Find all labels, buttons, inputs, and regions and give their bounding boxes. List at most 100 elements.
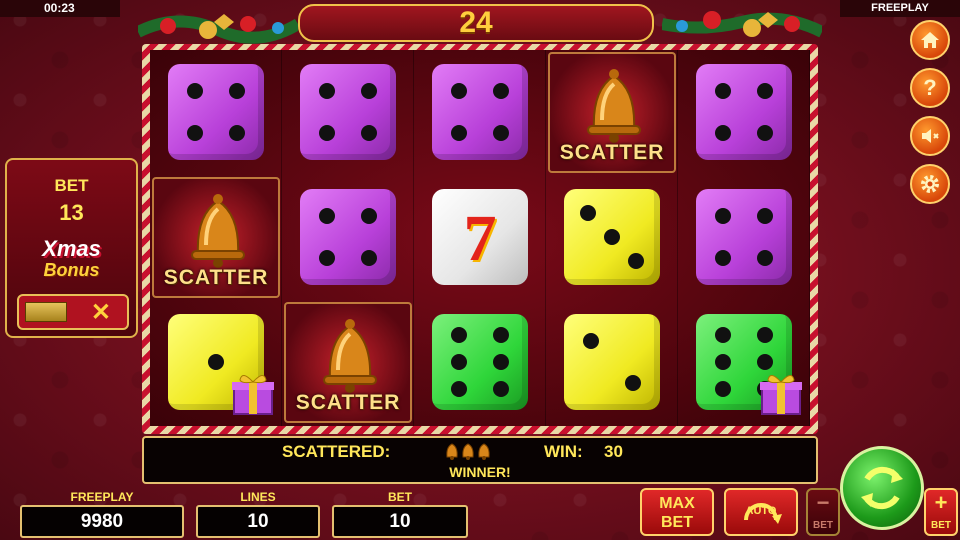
xmas-bonus-toggle[interactable]: ✕ [17, 294, 129, 330]
die-pip [318, 207, 335, 224]
die-pip [450, 327, 467, 344]
toggle-knob [25, 302, 67, 322]
reel-area: SCATTER SCATTER 7 SCATTER [150, 50, 810, 426]
die-pip [714, 207, 731, 224]
die-pip [714, 327, 731, 344]
die-pip [714, 125, 731, 142]
reel-cell: SCATTER [546, 50, 678, 175]
die-pip [757, 354, 774, 370]
mode-indicator: FREEPLAY [840, 0, 960, 17]
die-pip [757, 207, 774, 224]
reel-cell: 7 [414, 175, 546, 300]
scatter-label: SCATTER [163, 266, 269, 289]
bet-value: 10 [332, 505, 468, 538]
gift-icon [232, 375, 274, 415]
reel-column: SCATTER [282, 50, 414, 426]
die-pip [493, 327, 510, 344]
reel-cell [282, 175, 414, 300]
bet-increase-button[interactable]: + BET [924, 488, 958, 536]
scatter-symbol: SCATTER [548, 52, 676, 173]
gift-badge [230, 370, 276, 421]
die-pip [714, 82, 731, 99]
die-pip [450, 125, 467, 142]
gift-badge [758, 370, 804, 421]
scatter-symbol: SCATTER [284, 302, 412, 423]
die-pip [580, 205, 596, 221]
bonus-bet-value: 13 [59, 200, 84, 225]
reel-column: 7 [414, 50, 546, 426]
reel-column [678, 50, 810, 426]
die-pip [450, 380, 467, 397]
reel-cell [150, 50, 282, 175]
bell-icon [191, 194, 245, 268]
reel-cell: SCATTER [282, 300, 414, 425]
die-pip [757, 250, 774, 267]
bet-label: BET [388, 490, 412, 504]
reel-column: SCATTER [546, 50, 678, 426]
mini-bell-icon [446, 443, 458, 460]
max-bet-button[interactable]: MAX BET [640, 488, 714, 536]
help-button[interactable]: ? [910, 68, 950, 108]
die-pip [757, 327, 774, 344]
yellow-die-icon [564, 314, 660, 410]
die-pip [229, 82, 246, 99]
round-counter: 24 [298, 4, 654, 42]
bell-icon [587, 69, 641, 143]
purple-die-icon [300, 64, 396, 160]
die-pip [361, 82, 378, 99]
home-icon [921, 32, 939, 48]
die-pip [186, 125, 203, 142]
close-icon: ✕ [90, 299, 111, 326]
reel-cell: SCATTER [150, 175, 282, 300]
die-pip [493, 125, 510, 142]
yellow-die-icon [564, 189, 660, 285]
scattered-label: SCATTERED: [282, 442, 391, 461]
freeplay-balance: 9980 [20, 505, 184, 538]
home-button[interactable] [910, 20, 950, 60]
die-pip [186, 82, 203, 99]
sound-button[interactable] [910, 116, 950, 156]
seven-symbol: 7 [463, 202, 497, 275]
die-pip [318, 250, 335, 267]
die-pip [757, 125, 774, 142]
scatter-label: SCATTER [559, 141, 665, 164]
win-info-bar: SCATTERED: WIN: 30 WINNER! [142, 436, 818, 484]
die-pip [714, 380, 731, 397]
max-bet-line2: BET [661, 514, 693, 531]
die-pip [757, 82, 774, 99]
gear-icon [921, 175, 939, 193]
die-pip [361, 207, 378, 224]
mini-bell-icon [478, 443, 490, 460]
sound-muted-icon [922, 129, 939, 143]
reel-column: SCATTER [150, 50, 282, 426]
die-pip [361, 125, 378, 142]
reel-cell [150, 300, 282, 425]
bet-decrease-button[interactable]: − BET [806, 488, 840, 536]
die-pip [628, 253, 644, 269]
reel-cell [546, 300, 678, 425]
purple-die-icon [696, 64, 792, 160]
spin-arrows-icon [861, 466, 903, 510]
max-bet-line1: MAX [659, 495, 695, 512]
bet-decrease-label: BET [813, 520, 833, 531]
autoplay-button[interactable]: AUTO [724, 488, 798, 536]
lines-label: LINES [240, 490, 276, 504]
die-pip [229, 125, 246, 142]
reel-cell [678, 175, 810, 300]
die-pip [714, 354, 731, 370]
scatter-bells-indicator [444, 442, 492, 465]
settings-button[interactable] [910, 164, 950, 204]
reel-cell [282, 50, 414, 175]
spin-button[interactable] [840, 446, 924, 530]
reel-cell [414, 50, 546, 175]
lucky-seven-die-icon: 7 [432, 189, 528, 285]
die-pip [714, 250, 731, 267]
freeplay-label: FREEPLAY [70, 490, 134, 504]
bonus-title-xmas: Xmas [42, 236, 101, 261]
help-icon: ? [923, 75, 937, 100]
die-pip [493, 354, 510, 370]
reel-cell [546, 175, 678, 300]
die-pip [493, 82, 510, 99]
christmas-garland-right-icon [662, 11, 822, 38]
die-pip [604, 229, 620, 245]
